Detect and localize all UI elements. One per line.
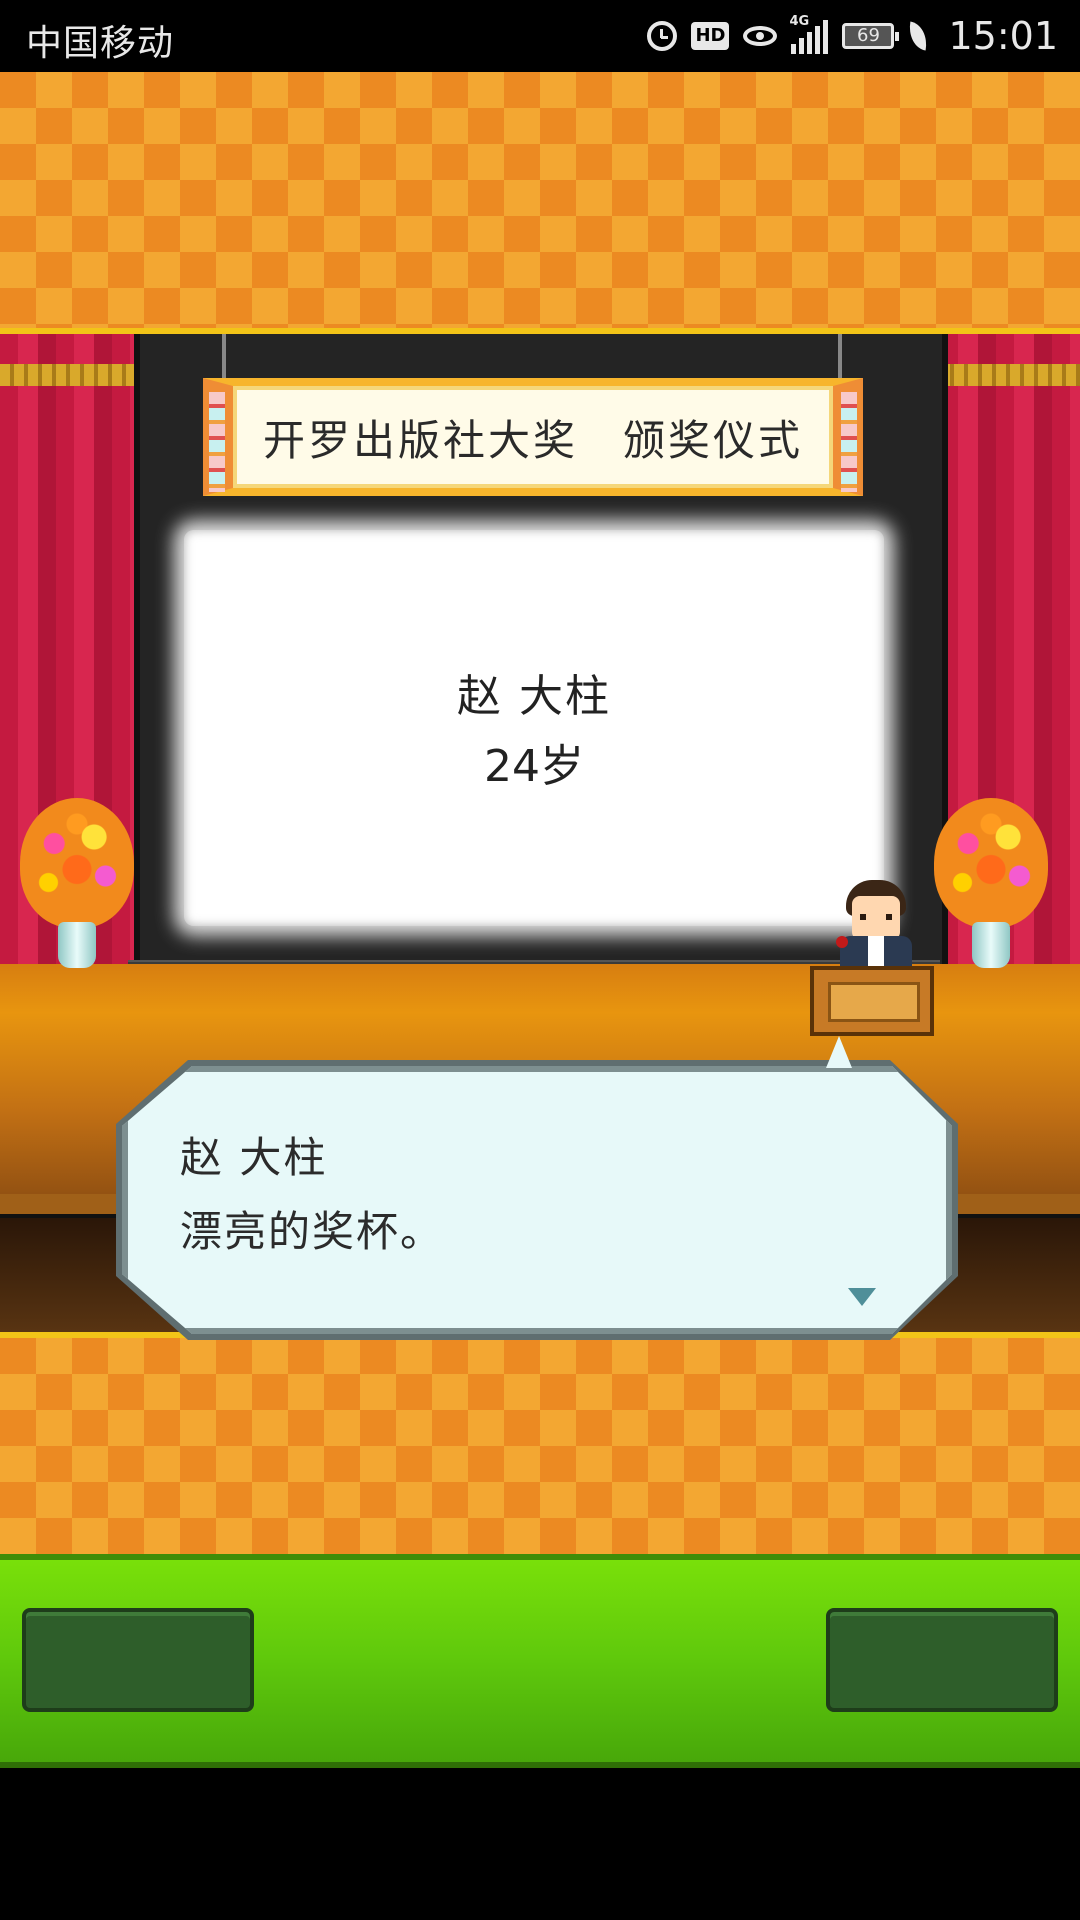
eye-icon xyxy=(743,26,778,46)
right-menu-button[interactable] xyxy=(826,1608,1058,1712)
bottom-checker-background xyxy=(0,1332,1080,1560)
network-type-label: 4G xyxy=(789,14,810,29)
podium xyxy=(810,966,934,1036)
flower-vase-icon xyxy=(12,798,142,968)
hd-icon: HD xyxy=(691,22,730,50)
banner-ornament xyxy=(841,392,857,492)
ceremony-banner: 开罗出版社大奖 颁奖仪式 xyxy=(203,378,863,496)
alarm-icon xyxy=(647,21,678,51)
left-menu-button[interactable] xyxy=(22,1608,254,1712)
status-icons: HD 4G 69 15:01 xyxy=(647,12,1058,60)
status-bar: 中国移动 HD 4G 69 15:01 xyxy=(0,0,1080,72)
dialog-text: 漂亮的奖杯。 xyxy=(180,1207,445,1256)
screen-winner-name: 赵 大柱 xyxy=(457,671,611,722)
flower-vase-icon xyxy=(926,798,1056,968)
battery-icon: 69 xyxy=(842,23,900,49)
dialog-speaker-name: 赵 大柱 xyxy=(180,1133,328,1182)
bottom-bar xyxy=(0,1554,1080,1768)
banner-rope xyxy=(222,334,226,380)
presenter-character xyxy=(836,880,916,968)
left-valance xyxy=(0,364,140,386)
microphone-icon xyxy=(836,936,848,948)
banner-title: 开罗出版社大奖 颁奖仪式 xyxy=(262,415,803,465)
right-valance xyxy=(940,364,1080,386)
clock: 15:01 xyxy=(948,14,1058,58)
presentation-screen: 赵 大柱 24岁 xyxy=(184,530,884,926)
banner-ornament xyxy=(209,392,225,492)
leaf-icon xyxy=(906,21,931,51)
down-triangle-icon[interactable] xyxy=(848,1288,876,1306)
system-nav-area xyxy=(0,1768,1080,1920)
carrier-label: 中国移动 xyxy=(26,23,175,64)
banner-rope xyxy=(838,334,842,380)
top-checker-background xyxy=(0,72,1080,334)
screen-winner-age: 24岁 xyxy=(484,741,584,792)
signal-icon: 4G xyxy=(789,14,829,54)
